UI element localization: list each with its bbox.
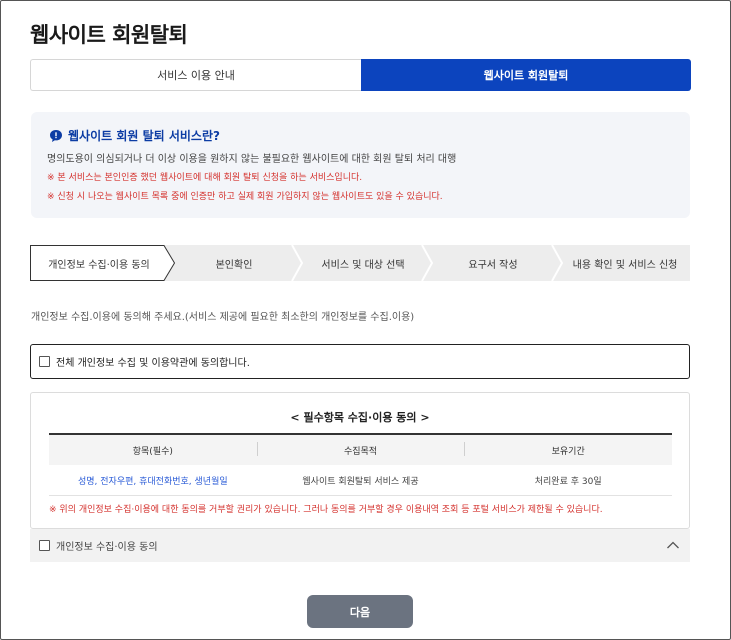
column-header-purpose: 수집목적 <box>256 441 465 457</box>
consent-checkbox[interactable] <box>39 540 50 551</box>
tab-withdrawal[interactable]: 웹사이트 회원탈퇴 <box>361 59 691 91</box>
agree-all-checkbox[interactable] <box>39 356 50 367</box>
consent-title: < 필수항목 수집·이용 동의 > <box>290 411 430 424</box>
step-4-request: 요구서 작성 <box>468 259 518 271</box>
consent-refusal-note: ※ 위의 개인정보 수집·이용에 대한 동의를 거부할 권리가 있습니다. 그러… <box>49 505 603 515</box>
info-note-2: ※ 신청 시 나오는 웹사이트 목록 중에 인증만 하고 실제 회원 가입하지 … <box>47 192 443 202</box>
table-row: 성명, 전자우편, 휴대전화번호, 생년월일 웹사이트 회원탈퇴 서비스 제공 … <box>49 465 672 496</box>
agree-all-checkbox-row[interactable]: 전체 개인정보 수집 및 이용약관에 동의합니다. <box>30 344 690 379</box>
column-header-items: 항목(필수) <box>132 446 173 457</box>
cell-purpose: 웹사이트 회원탈퇴 서비스 제공 <box>302 476 419 487</box>
info-description: 명의도용이 의심되거나 더 이상 이용을 원하지 않는 불필요한 웹사이트에 대… <box>47 154 457 165</box>
consent-accordion[interactable]: 개인정보 수집·이용 동의 <box>30 529 690 562</box>
speech-bubble-icon <box>50 129 62 142</box>
step-2-identity: 본인확인 <box>215 259 253 271</box>
info-box: 웹사이트 회원 탈퇴 서비스란? 명의도용이 의심되거나 더 이상 이용을 원하… <box>31 112 690 218</box>
next-button[interactable]: 다음 <box>307 595 413 628</box>
cell-items: 성명, 전자우편, 휴대전화번호, 생년월일 <box>78 476 228 487</box>
table-header: 항목(필수) 수집목적 보유기간 <box>49 433 672 465</box>
consent-instruction: 개인정보 수집.이용에 동의해 주세요.(서비스 제공에 필요한 최소한의 개인… <box>31 312 415 323</box>
consent-accordion-label: 개인정보 수집·이용 동의 <box>56 542 158 553</box>
info-title: 웹사이트 회원 탈퇴 서비스란? <box>68 129 220 143</box>
consent-table: 항목(필수) 수집목적 보유기간 성명, 전자우편, 휴대전화번호, 생년월일 … <box>49 433 672 496</box>
step-5-confirm: 내용 확인 및 서비스 신청 <box>572 259 678 271</box>
page-title: 웹사이트 회원탈퇴 <box>30 23 188 47</box>
column-header-retention: 보유기간 <box>464 441 672 457</box>
tab-service-guide[interactable]: 서비스 이용 안내 <box>30 59 361 91</box>
info-header: 웹사이트 회원 탈퇴 서비스란? <box>49 127 674 144</box>
cell-retention: 처리완료 후 30일 <box>534 476 602 487</box>
info-note-1: ※ 본 서비스는 본인인증 했던 웹사이트에 대해 회원 탈퇴 신청을 하는 서… <box>47 173 363 183</box>
agree-all-label: 전체 개인정보 수집 및 이용약관에 동의합니다. <box>56 358 250 369</box>
step-3-select: 서비스 및 대상 선택 <box>321 259 405 271</box>
step-progress: 개인정보 수집·이용 동의 본인확인 서비스 및 대상 선택 요구서 작성 내용… <box>30 245 690 281</box>
tab-bar: 서비스 이용 안내 웹사이트 회원탈퇴 <box>30 59 691 91</box>
chevron-up-icon[interactable] <box>666 540 680 550</box>
consent-panel: < 필수항목 수집·이용 동의 > 항목(필수) 수집목적 보유기간 성명, 전… <box>30 392 690 529</box>
step-1-consent: 개인정보 수집·이용 동의 <box>48 259 150 271</box>
